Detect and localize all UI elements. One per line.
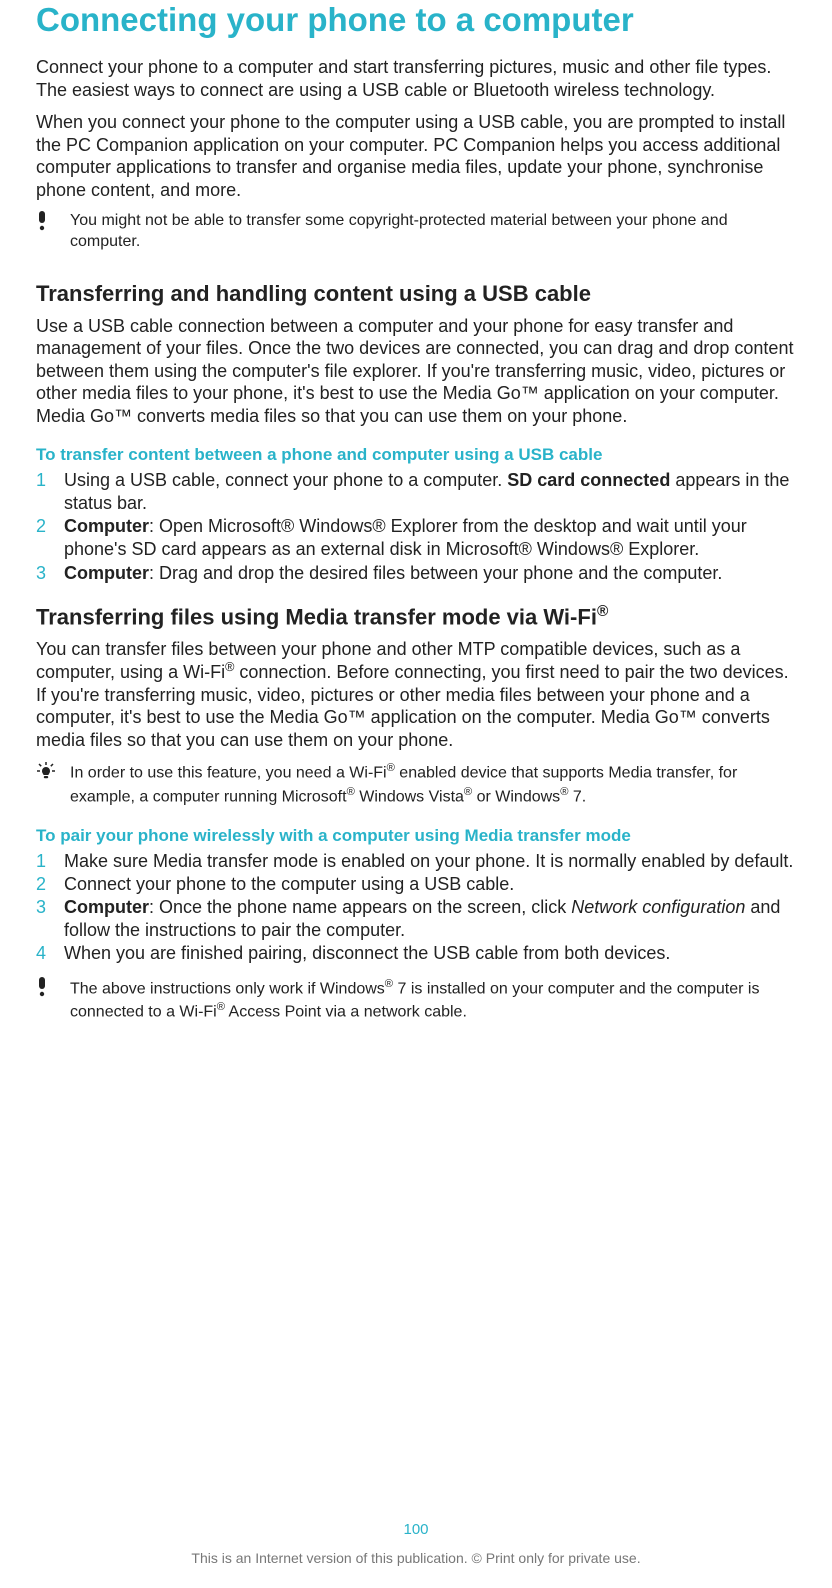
- steps-wifi: Make sure Media transfer mode is enabled…: [36, 850, 796, 965]
- step-text: : Once the phone name appears on the scr…: [149, 897, 571, 917]
- step-text: : Drag and drop the desired files betwee…: [149, 563, 722, 583]
- page-number: 100: [0, 1521, 832, 1538]
- tip-text-part: In order to use this feature, you need a…: [70, 765, 387, 782]
- footer-note: This is an Internet version of this publ…: [191, 1550, 640, 1566]
- list-item: Computer: Drag and drop the desired file…: [36, 562, 796, 585]
- note-part: The above instructions only work if Wind…: [70, 980, 385, 997]
- step-text: Using a USB cable, connect your phone to…: [64, 470, 507, 490]
- step-text: Make sure Media transfer mode is enabled…: [64, 851, 793, 871]
- list-item: Computer: Once the phone name appears on…: [36, 896, 796, 942]
- sup: ®: [464, 786, 472, 798]
- tip-note: In order to use this feature, you need a…: [36, 761, 796, 807]
- list-item: When you are finished pairing, disconnec…: [36, 942, 796, 965]
- page-footer: 100 This is an Internet version of this …: [0, 1521, 832, 1568]
- intro-paragraph-1: Connect your phone to a computer and sta…: [36, 56, 796, 101]
- tip-icon: [36, 761, 70, 781]
- section-heading-wifi: Transferring files using Media transfer …: [36, 603, 796, 630]
- sup: ®: [385, 978, 393, 990]
- copyright-note: You might not be able to transfer some c…: [36, 211, 796, 253]
- document-page: Connecting your phone to a computer Conn…: [0, 0, 832, 1588]
- section-usb: Transferring and handling content using …: [36, 281, 796, 585]
- sup: ®: [387, 762, 395, 774]
- tip-text: In order to use this feature, you need a…: [70, 761, 796, 807]
- task-heading-usb: To transfer content between a phone and …: [36, 445, 796, 465]
- page-title: Connecting your phone to a computer: [36, 0, 796, 38]
- task-heading-wifi: To pair your phone wirelessly with a com…: [36, 826, 796, 846]
- note-text: You might not be able to transfer some c…: [70, 211, 796, 253]
- step-text-bold: Computer: [64, 563, 149, 583]
- step-text: Connect your phone to the computer using…: [64, 874, 514, 894]
- warning-icon: [36, 977, 70, 997]
- section-wifi: Transferring files using Media transfer …: [36, 603, 796, 1023]
- list-item: Computer: Open Microsoft® Windows® Explo…: [36, 515, 796, 561]
- tip-text-part: Windows Vista: [355, 788, 464, 805]
- step-text: : Open Microsoft® Windows® Explorer from…: [64, 516, 747, 559]
- step-text-bold: SD card connected: [507, 470, 670, 490]
- list-item: Using a USB cable, connect your phone to…: [36, 469, 796, 515]
- step-text-bold: Computer: [64, 897, 149, 917]
- sup: ®: [225, 660, 234, 674]
- step-text: When you are finished pairing, disconnec…: [64, 943, 670, 963]
- section-body-wifi: You can transfer files between your phon…: [36, 638, 796, 752]
- heading-sup: ®: [597, 603, 608, 620]
- note-part: Access Point via a network cable.: [225, 1003, 467, 1020]
- warning-icon: [36, 211, 70, 231]
- heading-text: Transferring files using Media transfer …: [36, 604, 597, 629]
- sup: ®: [347, 786, 355, 798]
- list-item: Make sure Media transfer mode is enabled…: [36, 850, 796, 873]
- section-body-usb: Use a USB cable connection between a com…: [36, 315, 796, 428]
- tip-text-part: 7.: [568, 788, 586, 805]
- sup: ®: [217, 1001, 225, 1013]
- note-text: The above instructions only work if Wind…: [70, 977, 796, 1023]
- list-item: Connect your phone to the computer using…: [36, 873, 796, 896]
- tip-text-part: or Windows: [472, 788, 560, 805]
- wifi-restriction-note: The above instructions only work if Wind…: [36, 977, 796, 1023]
- step-text-italic: Network configuration: [571, 897, 745, 917]
- step-text-bold: Computer: [64, 516, 149, 536]
- steps-usb: Using a USB cable, connect your phone to…: [36, 469, 796, 584]
- intro-paragraph-2: When you connect your phone to the compu…: [36, 111, 796, 201]
- section-heading-usb: Transferring and handling content using …: [36, 281, 796, 307]
